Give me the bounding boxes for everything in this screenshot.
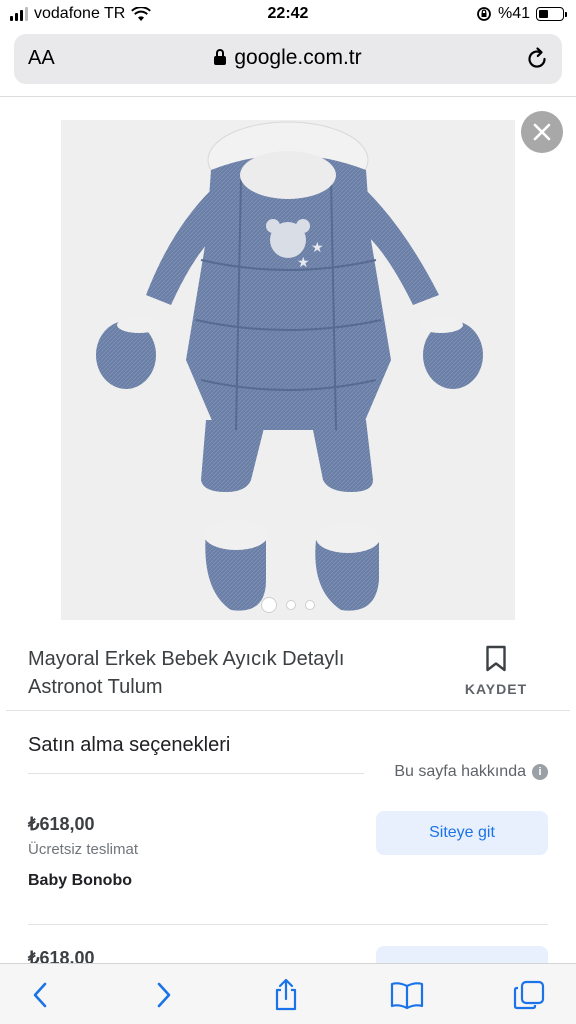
close-button[interactable] — [521, 111, 563, 153]
status-bar: vodafone TR 22:42 %41 — [0, 0, 576, 32]
pager-dot[interactable] — [305, 600, 315, 610]
about-page-label: Bu sayfa hakkında — [394, 763, 526, 780]
lock-icon — [214, 49, 227, 65]
bookmark-icon — [486, 645, 506, 672]
info-icon: i — [532, 764, 548, 780]
back-icon — [33, 982, 47, 1008]
offer-price: ₺618,00 — [28, 814, 95, 834]
reload-icon[interactable] — [524, 46, 550, 72]
tabs-icon — [513, 980, 545, 1010]
offer-seller[interactable]: Baby Bonobo — [28, 872, 132, 890]
status-bar-right: %41 — [476, 5, 567, 23]
url-field[interactable]: google.com.tr — [14, 46, 562, 70]
forward-button[interactable] — [146, 978, 182, 1012]
offer-shipping: Ücretsiz teslimat — [28, 841, 139, 858]
bookmarks-icon — [390, 982, 424, 1010]
image-pager[interactable] — [0, 597, 576, 613]
visit-site-button[interactable]: Siteye git — [376, 811, 548, 855]
battery-percent: %41 — [497, 5, 530, 22]
product-title: Mayoral Erkek Bebek Ayıcık Detaylı Astro… — [28, 648, 345, 698]
address-bar[interactable]: AA google.com.tr — [14, 34, 562, 84]
back-button[interactable] — [22, 978, 58, 1012]
divider — [28, 924, 548, 925]
pager-dot[interactable] — [286, 600, 296, 610]
snowsuit-illustration: ★ ★ — [96, 121, 483, 611]
svg-text:★: ★ — [297, 255, 310, 271]
bottom-toolbar — [0, 963, 576, 1024]
save-button[interactable]: KAYDET — [452, 643, 540, 703]
orientation-lock-icon — [477, 7, 491, 21]
battery-icon — [536, 7, 567, 21]
about-page-link[interactable]: Bu sayfa hakkında i — [394, 763, 548, 781]
visit-site-label: Siteye git — [429, 824, 495, 841]
svg-text:★: ★ — [311, 240, 324, 256]
forward-icon — [157, 982, 171, 1008]
bookmarks-button[interactable] — [389, 978, 425, 1012]
close-icon — [533, 123, 551, 141]
product-image[interactable]: ★ ★ — [61, 120, 515, 620]
share-icon — [275, 978, 297, 1011]
pager-dot[interactable] — [261, 597, 277, 613]
tabs-button[interactable] — [511, 978, 547, 1012]
share-button[interactable] — [268, 978, 304, 1012]
divider — [0, 96, 576, 97]
save-label: KAYDET — [464, 681, 528, 697]
url-text: google.com.tr — [234, 46, 362, 69]
section-heading: Satın alma seçenekleri — [28, 734, 231, 756]
divider — [28, 773, 364, 774]
divider — [6, 710, 570, 711]
